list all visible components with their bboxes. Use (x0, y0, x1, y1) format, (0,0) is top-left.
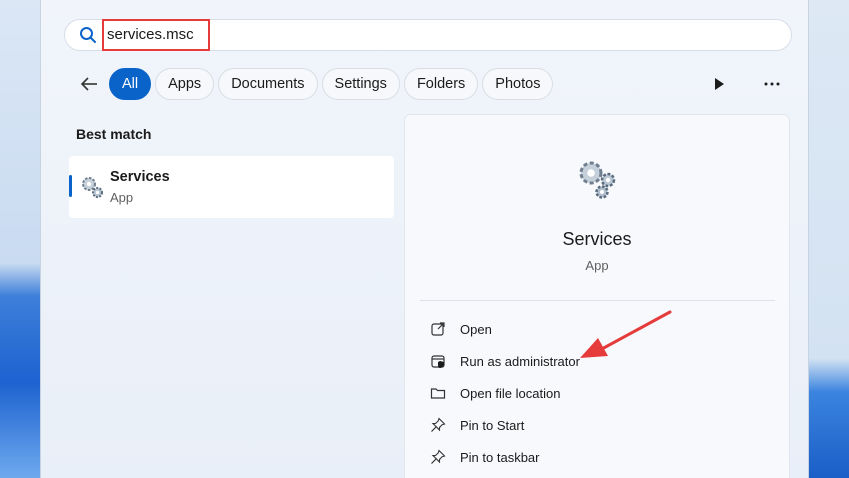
action-label: Pin to Start (460, 417, 525, 433)
detail-pane: Services App Open Run as administrator O (404, 114, 790, 478)
tab-apps[interactable]: Apps (155, 68, 215, 100)
action-pin-to-taskbar[interactable]: Pin to taskbar (430, 445, 540, 469)
search-input[interactable] (107, 26, 407, 43)
pin-icon (431, 417, 446, 432)
tab-folders[interactable]: Folders (403, 68, 479, 100)
result-type: App (110, 190, 134, 205)
divider (420, 300, 775, 301)
best-match-result[interactable]: Services App (69, 156, 394, 218)
open-external-icon (431, 322, 445, 336)
filter-tabs: All Apps Documents Settings Folders Phot… (109, 68, 554, 100)
detail-title: Services (562, 229, 632, 249)
folder-icon (430, 388, 446, 399)
desktop-wallpaper-left (0, 0, 42, 478)
action-run-as-administrator[interactable]: Run as administrator (430, 349, 580, 373)
action-label: Pin to taskbar (460, 449, 540, 465)
action-open-file-location[interactable]: Open file location (430, 381, 560, 405)
back-arrow-icon[interactable] (79, 74, 99, 94)
tab-settings[interactable]: Settings (321, 68, 400, 100)
tab-photos[interactable]: Photos (482, 68, 554, 100)
action-pin-to-start[interactable]: Pin to Start (430, 413, 524, 437)
tab-documents[interactable]: Documents (218, 68, 318, 100)
play-icon[interactable] (711, 76, 727, 92)
result-title: Services (110, 169, 170, 185)
selection-indicator (69, 175, 72, 197)
best-match-heading: Best match (76, 126, 152, 142)
action-label: Open (460, 321, 492, 337)
pin-icon (431, 449, 446, 464)
services-gear-icon-large (579, 161, 616, 199)
shield-admin-icon (431, 355, 445, 368)
tab-all[interactable]: All (109, 68, 152, 100)
services-gear-icon (82, 177, 103, 198)
action-label: Run as administrator (460, 353, 580, 369)
desktop-wallpaper-right (809, 0, 849, 478)
more-options-icon[interactable] (763, 76, 781, 92)
start-search-panel: All Apps Documents Settings Folders Phot… (40, 0, 809, 478)
search-icon (80, 27, 96, 43)
action-open[interactable]: Open (430, 317, 492, 341)
action-label: Open file location (460, 385, 561, 401)
detail-type: App (585, 258, 609, 273)
search-bar[interactable] (64, 19, 792, 51)
